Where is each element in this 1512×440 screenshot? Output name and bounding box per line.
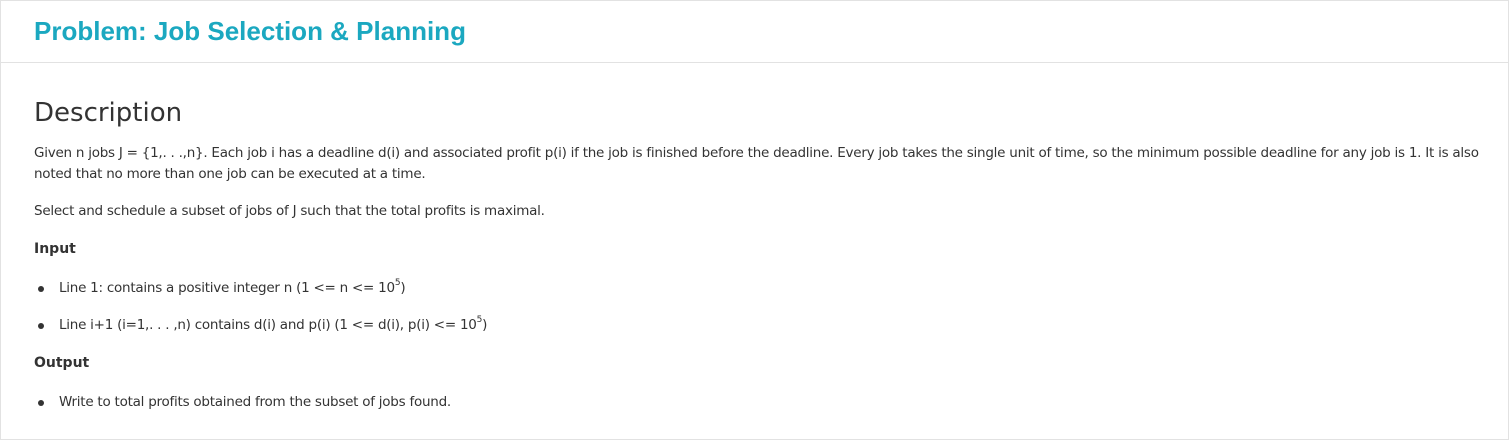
description-paragraph: Given n jobs J = {1,. . .,n}. Each job i… — [34, 145, 1479, 182]
bullet-icon — [38, 323, 44, 329]
description-paragraph-2: Select and schedule a subset of jobs of … — [34, 203, 545, 219]
bullet-icon — [38, 286, 44, 292]
list-item: Write to total profits obtained from the… — [34, 392, 1480, 413]
input-heading: Input — [34, 241, 76, 257]
problem-panel: Problem: Job Selection & Planning Descri… — [0, 0, 1509, 440]
input-line-1-tail: ) — [400, 280, 406, 296]
output-heading: Output — [34, 355, 90, 371]
description-heading: Description — [34, 98, 183, 128]
list-item: Line 1: contains a positive integer n (1… — [34, 278, 1480, 299]
input-line-1-text: Line 1: contains a positive integer n (1… — [59, 280, 395, 296]
problem-header: Problem: Job Selection & Planning — [1, 1, 1508, 63]
bullet-icon — [38, 400, 44, 406]
input-list: Line 1: contains a positive integer n (1… — [34, 278, 1480, 336]
output-list: Write to total profits obtained from the… — [34, 392, 1480, 413]
input-line-2-text: Line i+1 (i=1,. . . ,n) contains d(i) an… — [59, 317, 477, 333]
list-item: Line i+1 (i=1,. . . ,n) contains d(i) an… — [34, 315, 1480, 336]
problem-content: Description Given n jobs J = {1,. . .,n}… — [1, 63, 1508, 413]
output-line-1-text: Write to total profits obtained from the… — [59, 394, 451, 410]
input-line-2-tail: ) — [482, 317, 488, 333]
problem-title: Problem: Job Selection & Planning — [34, 16, 466, 46]
